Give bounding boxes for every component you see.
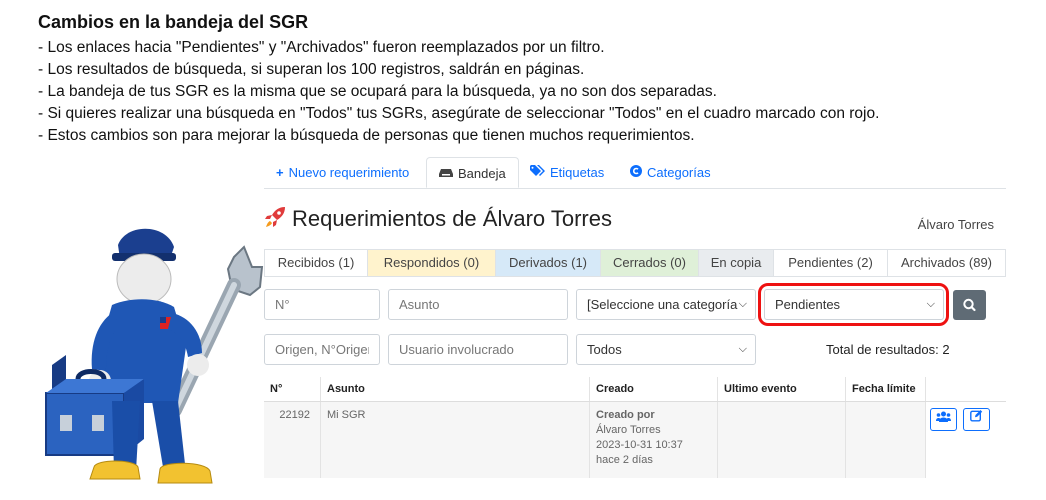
- red-highlight-box: [758, 283, 949, 326]
- copyright-circle-icon: [630, 157, 642, 188]
- search-button[interactable]: [953, 290, 986, 320]
- col-asunto[interactable]: Asunto: [320, 377, 590, 402]
- status-tab-recibidos[interactable]: Recibidos (1): [265, 250, 368, 276]
- current-user: Álvaro Torres: [917, 217, 994, 232]
- inbox-icon: [439, 158, 453, 189]
- tab-categorias[interactable]: Categorías: [618, 157, 723, 188]
- tab-label: Nuevo requerimiento: [288, 165, 410, 180]
- row-asunto[interactable]: Mi SGR: [320, 401, 590, 478]
- tab-label: Categorías: [647, 165, 711, 180]
- search-icon: [963, 298, 976, 312]
- col-creado[interactable]: Creado: [589, 377, 718, 402]
- notice-title: Cambios en la bandeja del SGR: [38, 12, 309, 32]
- status-tab-archivados[interactable]: Archivados (89): [888, 250, 1005, 276]
- page-title-text: Requerimientos de Álvaro Torres: [292, 206, 612, 231]
- chevron-down-icon: ⌵: [738, 298, 747, 310]
- status-tab-respondidos[interactable]: Respondidos (0): [368, 250, 496, 276]
- creado-fecha: 2023-10-31 10:37: [596, 439, 683, 451]
- status-tab-pendientes[interactable]: Pendientes (2): [774, 250, 888, 276]
- notice-line: - Si quieres realizar una búsqueda en "T…: [38, 105, 880, 122]
- tab-label: Etiquetas: [550, 165, 605, 180]
- chevron-down-icon: ⌵: [738, 343, 747, 355]
- status-tab-en-copia[interactable]: En copia: [699, 250, 774, 276]
- mechanic-mascot-illustration: [45, 228, 264, 484]
- total-results: Total de resultados: 2: [826, 342, 950, 357]
- table-header-row: N° Asunto Creado Ultimo evento Fecha lím…: [264, 377, 1006, 402]
- plus-icon: +: [276, 165, 284, 180]
- row-fecha-limite: [845, 401, 926, 478]
- col-actions: [925, 377, 1006, 402]
- tab-label: Bandeja: [458, 166, 506, 181]
- main-nav-tabs: + Nuevo requerimiento Bandeja Etiquetas C…: [264, 157, 1006, 189]
- creado-por: Álvaro Torres: [596, 424, 661, 436]
- changes-notice: Cambios en la bandeja del SGR - Los enla…: [38, 12, 1028, 147]
- tab-nuevo-requerimiento[interactable]: + Nuevo requerimiento: [264, 157, 421, 188]
- row-creado: Creado por Álvaro Torres 2023-10-31 10:3…: [589, 401, 718, 478]
- origen-input[interactable]: [264, 334, 380, 365]
- tipo-select-value: Todos: [587, 342, 622, 357]
- creado-label: Creado por: [596, 409, 655, 421]
- numero-input[interactable]: [264, 289, 380, 320]
- status-tabs: Recibidos (1) Respondidos (0) Derivados …: [264, 249, 1006, 277]
- creado-hace: hace 2 días: [596, 454, 653, 466]
- row-actions: [925, 401, 1006, 478]
- edit-button[interactable]: [963, 408, 990, 431]
- requerimientos-table: N° Asunto Creado Ultimo evento Fecha lím…: [264, 377, 1006, 478]
- notice-line: - La bandeja de tus SGR es la misma que …: [38, 83, 717, 100]
- notice-line: - Estos cambios son para mejorar la búsq…: [38, 127, 695, 144]
- status-tab-cerrados[interactable]: Cerrados (0): [601, 250, 699, 276]
- notice-line: - Los resultados de búsqueda, si superan…: [38, 61, 585, 78]
- users-icon: [936, 411, 951, 422]
- row-ultimo-evento: [717, 401, 846, 478]
- table-row[interactable]: 22192 Mi SGR Creado por Álvaro Torres 20…: [264, 401, 1006, 478]
- tab-bandeja[interactable]: Bandeja: [426, 157, 519, 188]
- categoria-select-value: [Seleccione una categoría: [587, 297, 738, 312]
- categoria-select[interactable]: [Seleccione una categoría ⌵: [576, 289, 756, 320]
- tab-etiquetas[interactable]: Etiquetas: [518, 157, 616, 188]
- page-title: Requerimientos de Álvaro Torres: [264, 206, 612, 234]
- notice-line: - Los enlaces hacia "Pendientes" y "Arch…: [38, 39, 605, 56]
- users-button[interactable]: [930, 408, 957, 431]
- status-tab-derivados[interactable]: Derivados (1): [496, 250, 601, 276]
- col-ultimo-evento[interactable]: Ultimo evento: [717, 377, 846, 402]
- col-fecha-limite[interactable]: Fecha límite: [845, 377, 926, 402]
- tipo-select[interactable]: Todos ⌵: [576, 334, 756, 365]
- asunto-input[interactable]: [388, 289, 568, 320]
- usuario-involucrado-input[interactable]: [388, 334, 568, 365]
- edit-icon: [970, 410, 983, 422]
- tags-icon: [530, 157, 545, 188]
